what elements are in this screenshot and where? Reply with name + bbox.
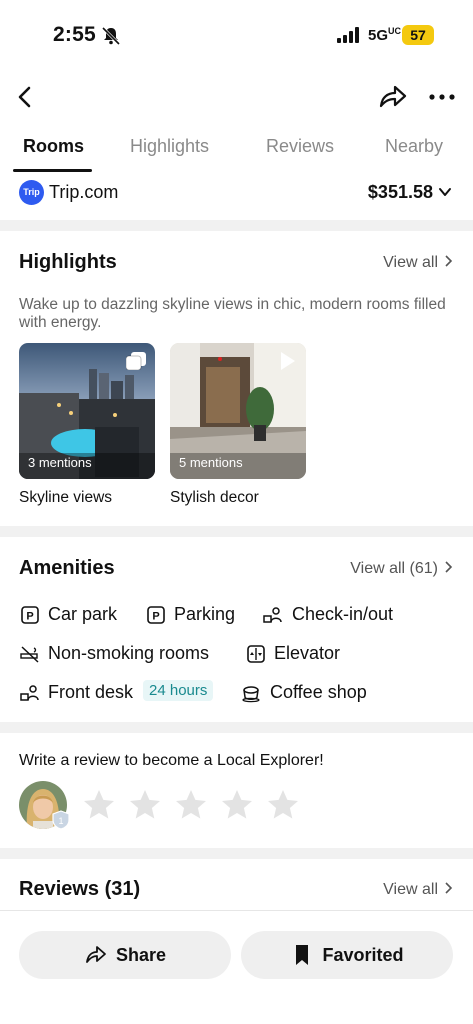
coffee-icon [242, 686, 260, 703]
section-divider [0, 220, 473, 231]
svg-text:1: 1 [58, 816, 63, 826]
tab-nearby[interactable]: Nearby [385, 136, 443, 157]
checkin-icon [263, 607, 282, 623]
bottom-action-bar: Share Favorited [0, 910, 473, 1024]
hours-badge: 24 hours [143, 680, 214, 701]
mentions-count: 5 mentions [179, 455, 243, 470]
amenity-front-desk: Front desk [48, 682, 134, 702]
status-time: 2:55 [53, 23, 96, 46]
tab-highlights[interactable]: Highlights [130, 136, 209, 157]
star-icon[interactable] [219, 787, 255, 823]
highlights-view-all[interactable]: View all [383, 254, 453, 272]
provider-row[interactable]: Trip Trip.com $351.58 [0, 176, 473, 220]
battery-indicator: 57 [402, 25, 434, 45]
favorite-label: Favorited [322, 944, 404, 965]
bookmark-icon [296, 945, 309, 965]
tab-rooms[interactable]: Rooms [23, 136, 84, 157]
amenity-coffee-shop: Coffee shop [270, 682, 367, 702]
price: $351.58 [367, 182, 433, 202]
star-icon[interactable] [127, 787, 163, 823]
signal-icon [337, 27, 359, 43]
chevron-down-icon[interactable] [437, 184, 453, 200]
active-tab-indicator [13, 169, 92, 172]
star-icon[interactable] [81, 787, 117, 823]
section-divider [0, 526, 473, 537]
chevron-right-icon [445, 255, 453, 267]
no-smoking-icon [20, 646, 39, 663]
reviews-view-all[interactable]: View all [383, 881, 453, 899]
review-prompt: Write a review to become a Local Explore… [19, 752, 324, 769]
highlight-card-decor[interactable]: 5 mentions [170, 343, 306, 479]
amenity-car-park: Car park [48, 604, 118, 624]
amenity-check-in-out: Check-in/out [292, 604, 394, 624]
parking-icon: P [21, 606, 39, 624]
play-icon [281, 352, 295, 370]
highlights-description: Wake up to dazzling skyline views in chi… [19, 296, 446, 331]
status-bar: 2:55 5GUC 57 [0, 0, 473, 70]
bell-off-icon [101, 26, 121, 46]
nav-bar [0, 76, 473, 120]
star-icon[interactable] [173, 787, 209, 823]
back-icon[interactable] [12, 82, 40, 112]
network-type: 5GUC [368, 26, 402, 44]
highlight-card-skyline[interactable]: 3 mentions [19, 343, 155, 479]
tab-reviews[interactable]: Reviews [266, 136, 334, 157]
amenities-view-all[interactable]: View all (61) [350, 560, 453, 578]
amenity-non-smoking: Non-smoking rooms [48, 643, 210, 663]
tab-bar: Rooms Highlights Reviews Nearby [0, 128, 473, 174]
provider-name: Trip.com [49, 182, 119, 202]
share-icon [86, 946, 106, 963]
share-button[interactable]: Share [19, 931, 231, 979]
section-divider [0, 848, 473, 859]
gallery-icon [126, 352, 146, 370]
explorer-badge-icon: 1 [52, 810, 70, 830]
svg-text:P: P [26, 611, 33, 623]
highlight-caption: Skyline views [19, 489, 113, 506]
share-icon[interactable] [377, 82, 409, 112]
amenity-elevator: Elevator [274, 643, 341, 663]
chevron-right-icon [445, 561, 453, 573]
reviews-title: Reviews (31) [19, 878, 141, 900]
highlight-caption: Stylish decor [170, 489, 259, 506]
share-label: Share [115, 944, 167, 965]
elevator-icon [247, 645, 265, 663]
chevron-right-icon [445, 882, 453, 894]
parking-icon: P [147, 606, 165, 624]
star-icon[interactable] [265, 787, 301, 823]
svg-text:P: P [152, 611, 159, 623]
highlights-title: Highlights [19, 251, 117, 273]
front-desk-icon [20, 685, 39, 701]
amenities-title: Amenities [19, 557, 115, 579]
trip-logo: Trip [19, 180, 44, 205]
more-icon[interactable] [427, 82, 457, 112]
favorite-button[interactable]: Favorited [241, 931, 453, 979]
amenity-parking: Parking [174, 604, 236, 624]
mentions-count: 3 mentions [28, 455, 92, 470]
section-divider [0, 722, 473, 733]
